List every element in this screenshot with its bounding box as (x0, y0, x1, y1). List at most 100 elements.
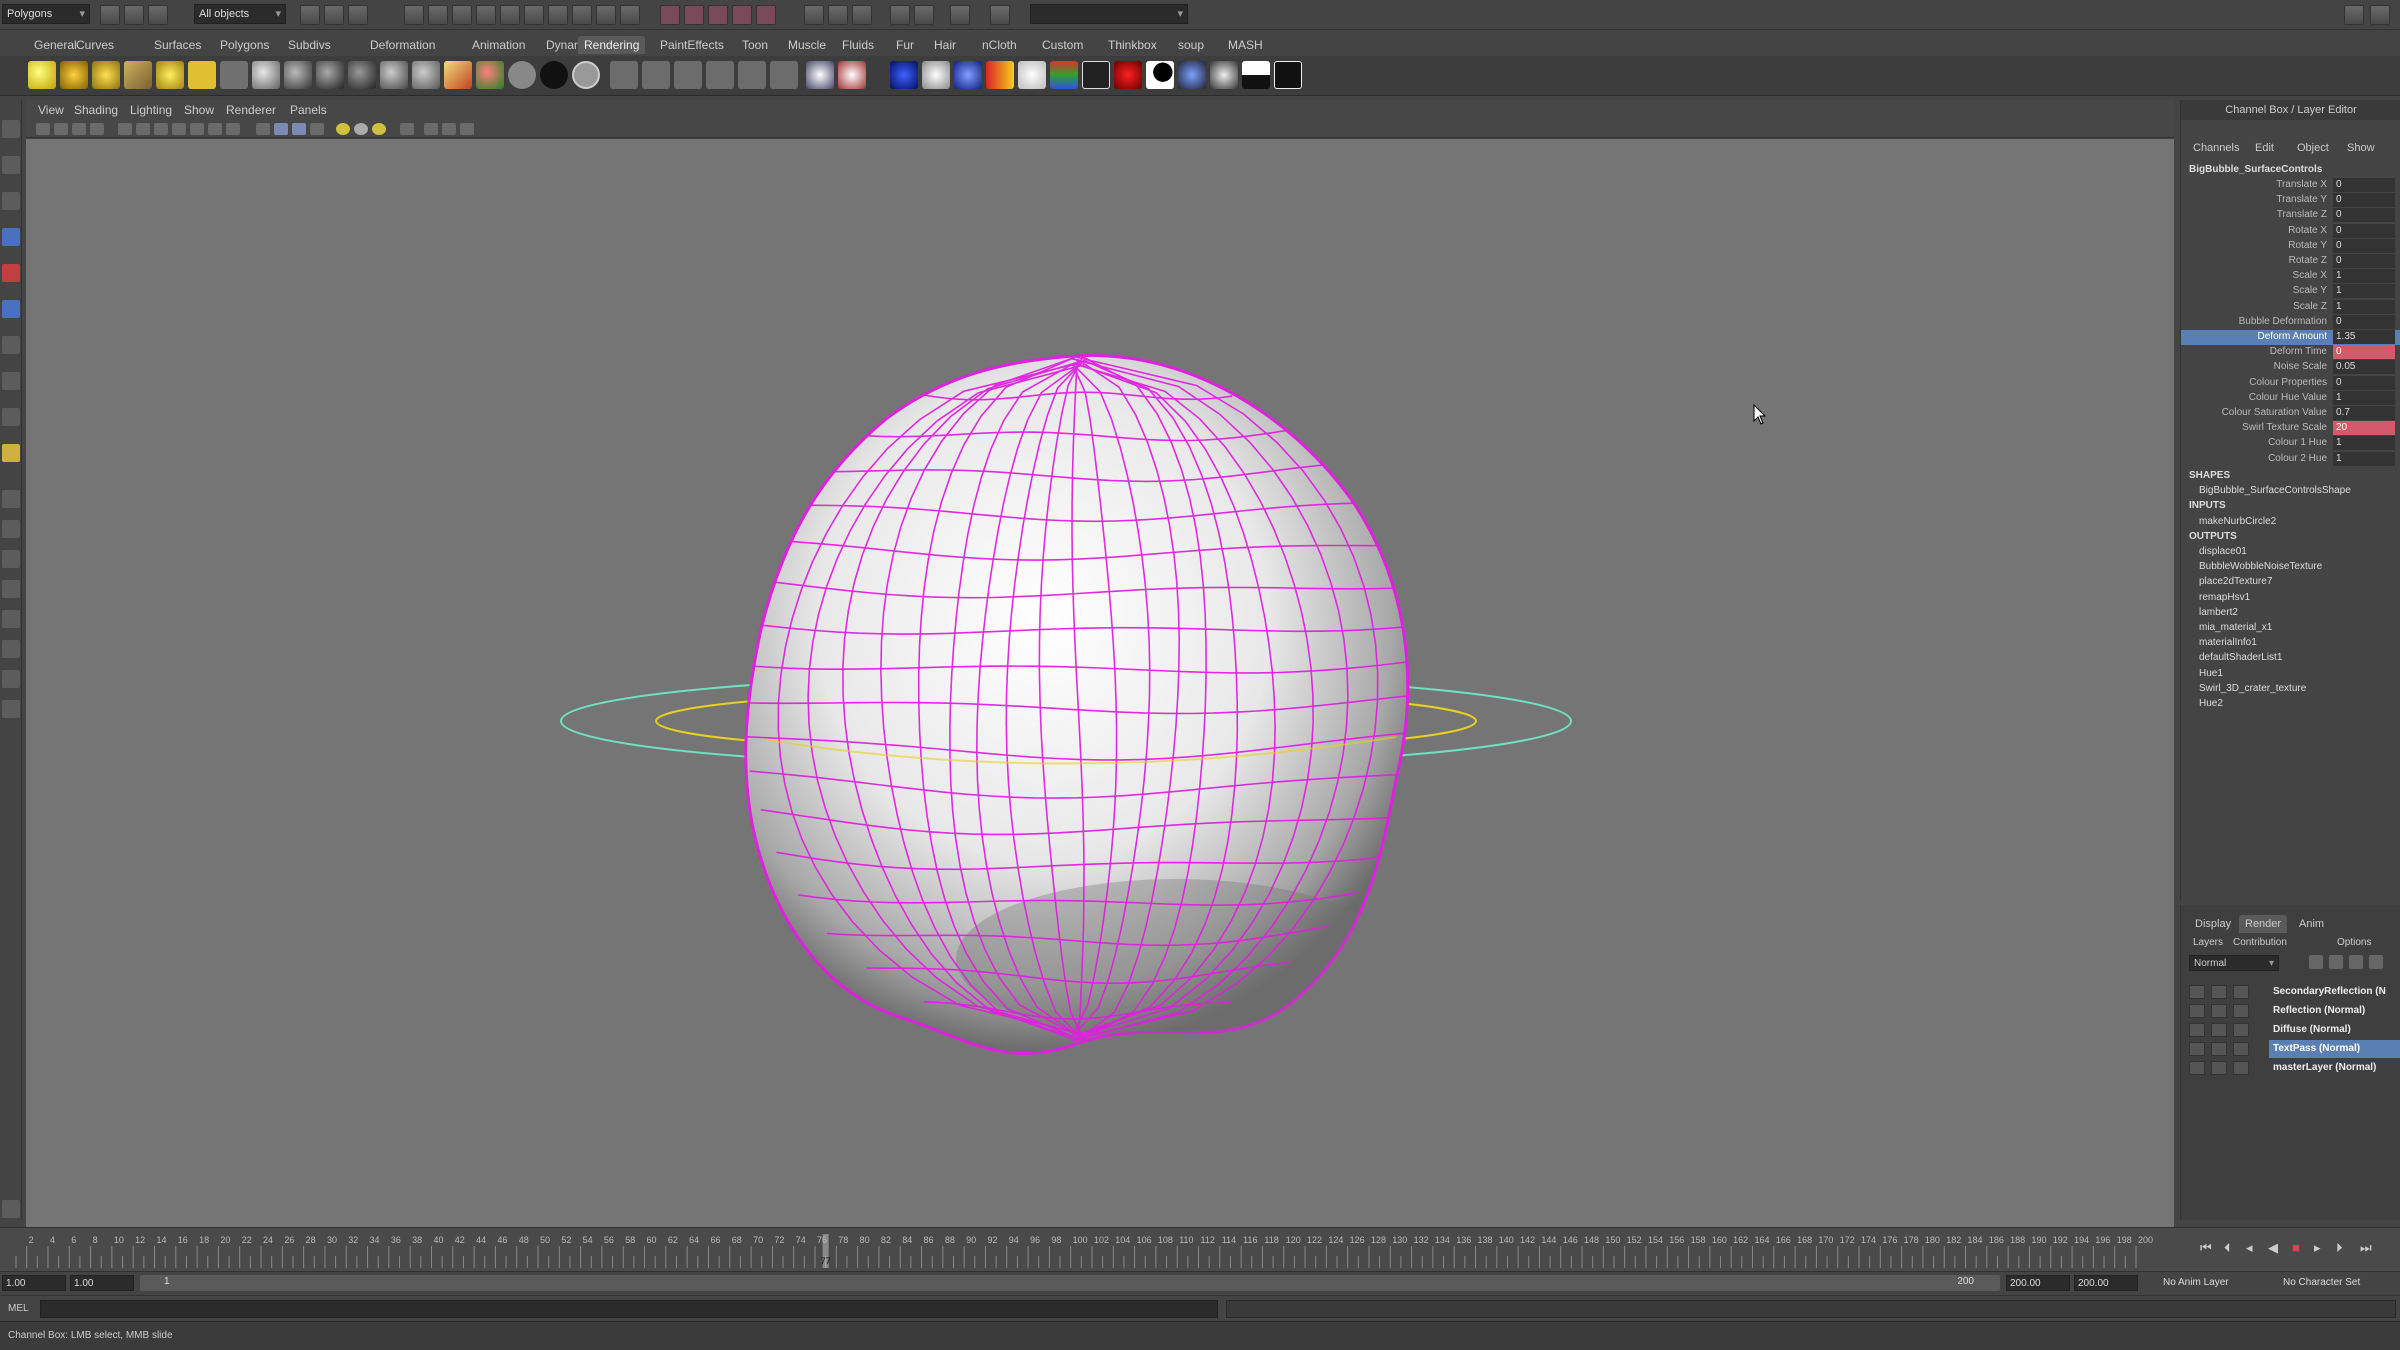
channel-menu-show[interactable]: Show (2347, 142, 2375, 154)
ipr-render-icon[interactable] (708, 5, 728, 25)
channel-value-field[interactable]: 0.05 (2333, 360, 2395, 375)
step-back-key-icon[interactable]: ⏴ (2224, 1240, 2231, 1256)
bookmark-icon[interactable] (72, 123, 86, 135)
channel-row[interactable]: Noise Scale 0.05 (2181, 360, 2400, 375)
isolate-select-icon[interactable] (400, 123, 414, 135)
all-lights-icon[interactable] (354, 123, 368, 135)
recycle-toggle-icon[interactable] (2211, 1061, 2227, 1075)
xray-joints-icon[interactable] (424, 123, 438, 135)
history-node[interactable]: displace01 (2199, 546, 2247, 557)
show-tool-settings-icon[interactable] (828, 5, 848, 25)
history-node[interactable]: makeNurbCircle2 (2199, 516, 2276, 527)
directional-light-icon[interactable] (124, 61, 152, 89)
render-region-icon[interactable] (706, 61, 734, 89)
manipulator-toggle-icon[interactable] (460, 123, 474, 135)
render-settings-small-icon[interactable] (2349, 955, 2363, 969)
render-layer-row[interactable]: masterLayer (Normal) (2189, 1059, 2400, 1077)
soft-mod-icon[interactable] (2, 372, 20, 390)
panel-menu-renderer[interactable]: Renderer (226, 103, 276, 117)
lock-icon[interactable] (572, 5, 592, 25)
range-slider[interactable]: 1 200 (140, 1275, 2000, 1291)
history-icon[interactable] (524, 5, 544, 25)
persp-outliner-layout-icon[interactable] (2, 580, 20, 598)
history-node[interactable]: defaultShaderList1 (2199, 652, 2282, 663)
channel-row[interactable]: Scale Z 1 (2181, 299, 2400, 315)
panel-menu-show[interactable]: Show (184, 103, 214, 117)
playback-end-field[interactable]: 200.00 (2006, 1275, 2070, 1291)
time-ruler[interactable]: 2 4 6 8 10 12 14 16 18 20 22 24 26 28 30 32 34 36 38 40 42 44… (10, 1232, 2170, 1268)
save-scene-icon[interactable] (148, 5, 168, 25)
outliner-layout-icon[interactable] (2, 670, 20, 688)
perspective-viewport[interactable] (26, 139, 2174, 1227)
channel-value-field[interactable]: 0 (2333, 178, 2395, 192)
manipulator-icon[interactable] (2, 336, 20, 354)
planet-icon[interactable] (954, 61, 982, 89)
mel-label[interactable]: MEL (8, 1303, 29, 1314)
layered-shader-icon[interactable] (412, 61, 440, 89)
gate-mask-icon[interactable] (172, 123, 186, 135)
wireframe-on-shaded-icon[interactable] (292, 123, 306, 135)
select-component-icon[interactable] (348, 5, 368, 25)
blue-sphere-icon[interactable] (890, 61, 918, 89)
batch-render-icon[interactable] (674, 61, 702, 89)
channel-value-field[interactable]: 0 (2333, 238, 2395, 253)
go-to-end-icon[interactable]: ⏭ (2360, 1240, 2372, 1256)
channel-value-field[interactable]: 0 (2333, 345, 2395, 360)
component-xray-icon[interactable] (442, 123, 456, 135)
lasso-tool-icon[interactable] (2, 156, 20, 174)
use-background-icon[interactable] (508, 61, 536, 89)
layer-state-icon[interactable] (2233, 985, 2249, 999)
move-tool-icon[interactable] (2, 228, 20, 246)
new-layer-from-selected-icon[interactable] (2329, 955, 2343, 969)
shelf-tab-soup[interactable]: soup (1172, 36, 1210, 54)
outliner-toggle-icon[interactable] (914, 5, 934, 25)
fire-icon[interactable] (986, 61, 1014, 89)
object-name[interactable]: BigBubble_SurfaceControls (2189, 164, 2322, 175)
lambert-sphere-icon[interactable] (284, 61, 312, 89)
shelf-tab-thinkbox[interactable]: Thinkbox (1102, 36, 1163, 54)
layer-state-icon[interactable] (2233, 1023, 2249, 1037)
hypershade-layout-icon[interactable] (2, 640, 20, 658)
shelf-tab-surfaces[interactable]: Surfaces (148, 36, 207, 54)
select-object-icon[interactable] (324, 5, 344, 25)
wireframe-icon[interactable] (256, 123, 270, 135)
channel-menu-edit[interactable]: Edit (2255, 142, 2274, 154)
pencil-icon[interactable] (2, 444, 20, 462)
channel-menu-object[interactable]: Object (2297, 142, 2329, 154)
channel-value-field[interactable]: 1.35 (2333, 330, 2395, 344)
last-tool-icon[interactable] (2, 408, 20, 426)
channel-value-field[interactable]: 0.7 (2333, 406, 2395, 420)
channel-value-field[interactable]: 0 (2333, 254, 2395, 268)
snap-view-icon[interactable] (476, 5, 496, 25)
panel-menu-lighting[interactable]: Lighting (130, 103, 172, 117)
panel-menu-view[interactable]: View (38, 103, 64, 117)
layer-state-icon[interactable] (2233, 1004, 2249, 1018)
stop-icon[interactable]: ■ (2292, 1240, 2300, 1255)
safe-action-icon[interactable] (208, 123, 222, 135)
face-icon[interactable] (1018, 61, 1046, 89)
shelf-tab-painteffects[interactable]: PaintEffects (654, 36, 730, 54)
render-sequence-icon[interactable] (738, 61, 766, 89)
channel-row[interactable]: Translate Z 0 (2181, 208, 2400, 223)
history-node[interactable]: lambert2 (2199, 607, 2238, 618)
channel-row[interactable]: Scale Y 1 (2181, 284, 2400, 299)
channel-row[interactable]: Translate X 0 (2181, 178, 2400, 193)
channel-value-field[interactable]: 0 (2333, 223, 2395, 238)
snap-curve-icon[interactable] (428, 5, 448, 25)
render-frame-icon[interactable] (684, 5, 704, 25)
shelf-tab-fluids[interactable]: Fluids (836, 36, 880, 54)
layer-tab-display[interactable]: Display (2189, 915, 2237, 933)
history-node[interactable]: mia_material_x1 (2199, 622, 2272, 633)
camera-attributes-icon[interactable] (54, 123, 68, 135)
area-light-icon[interactable] (156, 61, 184, 89)
channel-row[interactable]: Swirl Texture Scale 20 (2181, 421, 2400, 436)
resolution-gate-icon[interactable] (154, 123, 168, 135)
channel-value-field[interactable]: 1 (2333, 284, 2395, 299)
channel-value-field[interactable]: 1 (2333, 299, 2395, 314)
rgb-icon[interactable] (1050, 61, 1078, 89)
show-channel-box-icon[interactable] (852, 5, 872, 25)
playback-start-field[interactable]: 1.00 (70, 1275, 134, 1291)
red-burst-icon[interactable] (1114, 61, 1142, 89)
history-node[interactable]: Hue1 (2199, 668, 2223, 679)
channel-value-field[interactable]: 1 (2333, 436, 2395, 451)
